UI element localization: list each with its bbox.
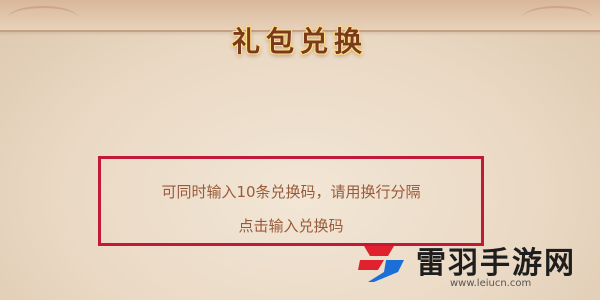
- watermark-site-url: www.leiucn.com: [450, 278, 532, 289]
- dialog-title: 礼包兑换: [231, 25, 368, 58]
- input-hint-multi-code: 可同时输入10条兑换码，请用换行分隔: [161, 183, 421, 201]
- watermark-site-name: 雷羽手游网: [416, 246, 576, 281]
- frame-ornament-right: [522, 6, 592, 30]
- leiyu-logo-icon: [358, 246, 404, 282]
- dialog-title-banner: 礼包兑换: [200, 10, 400, 70]
- site-watermark: 雷羽手游网 www.leiucn.com: [346, 232, 596, 296]
- frame-ornament-left: [8, 6, 78, 30]
